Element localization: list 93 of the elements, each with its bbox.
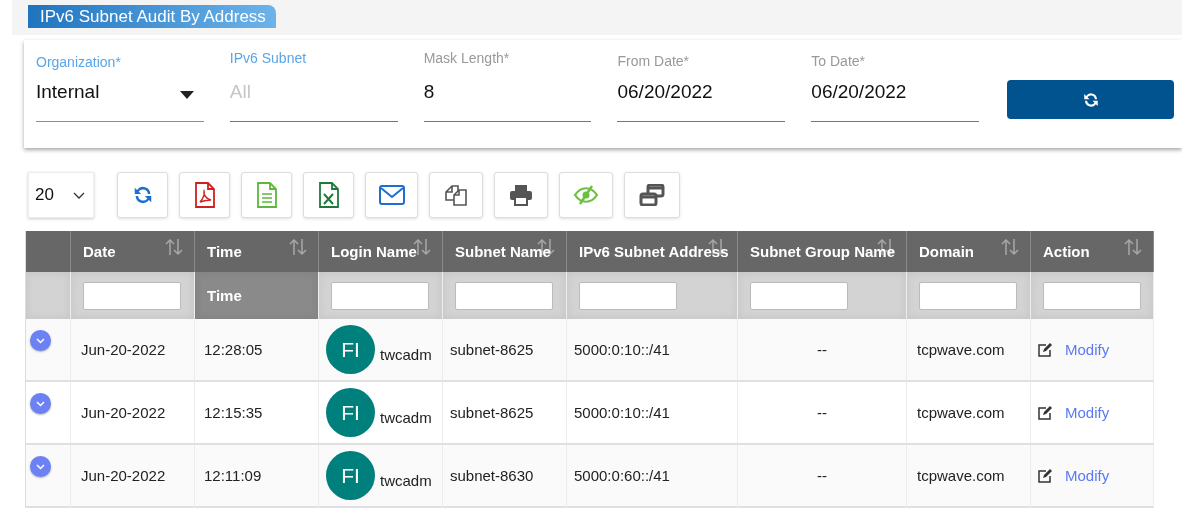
column-header[interactable]: Login Name xyxy=(319,231,443,272)
eye-slash-icon xyxy=(573,184,599,206)
dropdown-caret-icon xyxy=(179,91,194,99)
column-header[interactable]: Date xyxy=(71,231,195,272)
table-cell: subnet-8625 xyxy=(443,382,567,445)
field-value: 8 xyxy=(423,81,435,103)
table-cell: subnet-8625 xyxy=(443,319,567,382)
field-label: To Date* xyxy=(811,53,865,69)
eye-slash-button[interactable] xyxy=(559,172,613,218)
column-header[interactable]: Subnet Group Name xyxy=(738,231,907,272)
modify-link[interactable]: Modify xyxy=(1065,341,1110,358)
filter-input[interactable] xyxy=(919,281,1017,310)
pdf-button[interactable] xyxy=(179,172,230,218)
copy-icon xyxy=(444,183,468,207)
modify-link[interactable]: Modify xyxy=(1065,467,1110,484)
field-placeholder: All xyxy=(229,81,251,103)
pdf-icon xyxy=(193,182,216,208)
column-header[interactable]: Time xyxy=(195,231,319,272)
table-cell: tcpwave.com xyxy=(907,319,1031,382)
refresh-button[interactable] xyxy=(117,172,168,218)
table-cell: tcpwave.com xyxy=(907,445,1031,508)
document-icon xyxy=(256,182,277,208)
table-cell: Jun-20-2022 xyxy=(71,445,195,508)
chevron-down-icon xyxy=(36,400,45,407)
field-value: 06/20/2022 xyxy=(617,81,713,103)
field-label: From Date* xyxy=(617,53,690,69)
filter-input[interactable] xyxy=(579,281,677,310)
email-button[interactable] xyxy=(365,172,418,218)
table-cell: -- xyxy=(738,445,907,508)
refresh-icon xyxy=(1081,90,1100,109)
spreadsheet-icon xyxy=(318,182,339,208)
field-label: Organization* xyxy=(36,54,121,70)
table-cell: 12:28:05 xyxy=(195,319,319,382)
column-header[interactable]: IPv6 Subnet Address xyxy=(567,231,738,272)
input-field[interactable]: From Date* 06/20/2022 xyxy=(617,47,786,122)
table-cell: tcpwave.com xyxy=(907,382,1031,445)
email-icon xyxy=(378,185,405,205)
table-cell: Jun-20-2022 xyxy=(71,382,195,445)
chevron-down-icon xyxy=(36,337,45,344)
table-cell: -- xyxy=(738,382,907,445)
filter-input[interactable] xyxy=(455,281,553,310)
table-cell: Jun-20-2022 xyxy=(71,319,195,382)
field-label: Mask Length* xyxy=(423,50,510,66)
filter-input[interactable] xyxy=(83,281,181,310)
column-header[interactable]: Domain xyxy=(907,231,1031,272)
filter-label: Time xyxy=(207,287,242,304)
input-field[interactable]: To Date* 06/20/2022 xyxy=(811,47,980,122)
header-cell xyxy=(26,231,71,272)
login-name: twcadm xyxy=(380,346,432,363)
sort-icon[interactable] xyxy=(288,237,308,257)
expand-button[interactable] xyxy=(30,330,51,351)
edit-icon[interactable] xyxy=(1037,342,1052,357)
page-size-select[interactable]: 20 xyxy=(28,172,94,218)
select-field[interactable]: Organization* Internal xyxy=(36,48,204,122)
print-icon xyxy=(509,184,533,206)
edit-icon[interactable] xyxy=(1037,468,1052,483)
windows-icon xyxy=(639,184,665,206)
windows-button[interactable] xyxy=(624,172,680,218)
spreadsheet-button[interactable] xyxy=(303,172,354,218)
chevron-down-icon xyxy=(73,191,85,199)
input-field[interactable]: Mask Length* 8 xyxy=(423,44,592,122)
column-header[interactable]: Subnet Name xyxy=(443,231,567,272)
print-button[interactable] xyxy=(494,172,548,218)
table-cell: 5000:0:10::/41 xyxy=(567,382,738,445)
edit-icon[interactable] xyxy=(1037,405,1052,420)
filter-input[interactable] xyxy=(331,281,429,310)
document-button[interactable] xyxy=(241,172,292,218)
page-size-value: 20 xyxy=(35,185,54,205)
table-cell: subnet-8630 xyxy=(443,445,567,508)
table-cell: 5000:0:60::/41 xyxy=(567,445,738,508)
avatar: FI xyxy=(326,388,375,437)
login-name: twcadm xyxy=(380,409,432,426)
filter-input[interactable] xyxy=(750,281,848,310)
table-cell: 5000:0:10::/41 xyxy=(567,319,738,382)
sort-icon[interactable] xyxy=(164,237,184,257)
table-cell: 12:15:35 xyxy=(195,382,319,445)
login-name: twcadm xyxy=(380,472,432,489)
chevron-down-icon xyxy=(36,463,45,470)
sort-icon[interactable] xyxy=(1123,237,1143,257)
table-cell: -- xyxy=(738,319,907,382)
field-label: IPv6 Subnet xyxy=(229,50,307,66)
field-value: 06/20/2022 xyxy=(811,81,907,103)
avatar: FI xyxy=(326,325,375,374)
expand-button[interactable] xyxy=(30,456,51,477)
filter-input[interactable] xyxy=(1043,281,1141,310)
field-value: Internal xyxy=(36,81,100,103)
expand-button[interactable] xyxy=(30,393,51,414)
table-cell: 12:11:09 xyxy=(195,445,319,508)
copy-button[interactable] xyxy=(429,172,483,218)
column-header[interactable]: Action xyxy=(1031,231,1154,272)
modify-link[interactable]: Modify xyxy=(1065,404,1110,421)
avatar: FI xyxy=(326,451,375,500)
sort-icon[interactable] xyxy=(1000,237,1020,257)
